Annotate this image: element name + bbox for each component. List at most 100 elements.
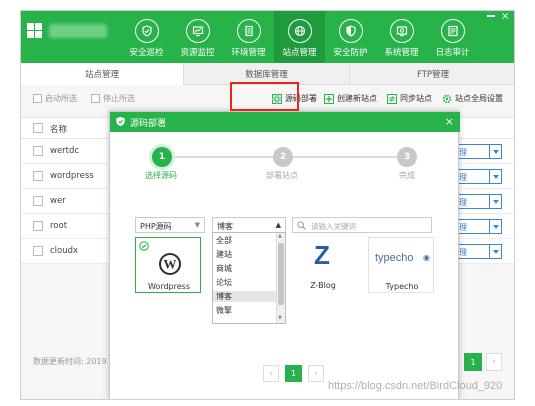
shield-check-icon <box>134 19 159 43</box>
next-page-button[interactable]: › <box>308 365 324 382</box>
dialog-header: 源码部署 × <box>110 112 460 132</box>
manage-label: 理 <box>459 198 467 207</box>
start-selected-label: 启动所选 <box>45 94 77 103</box>
step-3-label: 完成 <box>399 171 415 180</box>
nav-resource-monitor[interactable]: 资源监控 <box>172 11 223 63</box>
search-icon <box>297 221 306 230</box>
page-1-button[interactable]: 1 <box>285 365 302 382</box>
zblog-logo-icon: Z <box>290 237 356 277</box>
nav-environment[interactable]: 环境管理 <box>223 11 274 63</box>
site-name: wordpress <box>50 171 94 181</box>
scroll-up-icon[interactable]: ▲ <box>278 233 282 239</box>
keyword-search-input[interactable]: 请输入关键词 <box>292 217 432 233</box>
nav-label: 日志审计 <box>435 48 470 58</box>
language-select[interactable]: PHP源码 ▼ <box>135 217 205 233</box>
name-column-header: 名称 <box>50 125 68 135</box>
main-nav: 安全巡检 资源监控 环境管理 站点管理 安全防护 系统管理 日志审计 <box>121 11 478 63</box>
row-checkbox[interactable] <box>33 146 43 156</box>
source-card-wordpress[interactable]: W Wordpress <box>135 237 201 293</box>
tab-site-management[interactable]: 站点管理 <box>21 63 184 85</box>
create-site-button[interactable]: 创建新站点 <box>324 93 377 104</box>
dropdown-arrow-icon[interactable] <box>489 194 501 209</box>
source-card-zblog[interactable]: Z Z-Blog <box>290 237 356 293</box>
select-all-checkbox[interactable] <box>33 123 43 133</box>
nav-label: 系统管理 <box>384 48 419 58</box>
card-label: Z-Blog <box>310 281 336 290</box>
play-icon <box>33 94 42 103</box>
app-window: 安全巡检 资源监控 环境管理 站点管理 安全防护 系统管理 日志审计 × 站点管… <box>20 10 515 400</box>
dropdown-option[interactable]: 论坛 <box>213 277 277 288</box>
manage-label: 理 <box>459 173 467 182</box>
manage-button[interactable]: 理 <box>458 244 502 259</box>
sync-sites-label: 同步站点 <box>400 94 432 103</box>
row-checkbox[interactable] <box>33 246 43 256</box>
manage-label: 理 <box>459 148 467 157</box>
dropdown-scrollbar[interactable]: ▲ ▼ <box>276 233 285 323</box>
manage-button[interactable]: 理 <box>458 219 502 234</box>
nav-label: 安全防护 <box>333 48 368 58</box>
plus-icon <box>324 93 334 104</box>
start-selected-button[interactable]: 启动所选 <box>33 93 77 104</box>
global-settings-label: 站点全局设置 <box>455 94 503 103</box>
dropdown-option[interactable]: 微擎 <box>213 305 277 316</box>
dropdown-option-selected[interactable]: 博客 <box>213 291 277 302</box>
nav-label: 环境管理 <box>231 48 266 58</box>
nav-log-audit[interactable]: 日志审计 <box>427 11 478 63</box>
svg-text:W: W <box>164 257 177 272</box>
minimize-button[interactable] <box>487 15 495 17</box>
sync-sites-button[interactable]: 同步站点 <box>387 93 432 104</box>
list-page-1-button[interactable]: 1 <box>464 353 482 371</box>
prev-page-button[interactable]: ‹ <box>263 365 279 382</box>
site-name: wertdc <box>50 146 80 156</box>
stop-selected-button[interactable]: 停止所选 <box>91 93 135 104</box>
dropdown-arrow-icon[interactable] <box>489 219 501 234</box>
card-label: Wordpress <box>147 282 190 291</box>
category-select[interactable]: 博客 ▲ <box>212 217 286 233</box>
category-dropdown-list: 全部 建站 商城 论坛 博客 微擎 ▲ ▼ <box>212 232 286 324</box>
source-card-typecho[interactable]: typecho ◉ Typecho <box>368 237 434 293</box>
gear-icon <box>442 94 452 104</box>
site-name: wer <box>50 196 66 206</box>
list-next-page-button[interactable]: › <box>486 353 502 371</box>
dropdown-arrow-icon[interactable] <box>489 244 501 259</box>
nav-site-management[interactable]: 站点管理 <box>274 11 325 63</box>
row-checkbox[interactable] <box>33 171 43 181</box>
dropdown-option[interactable]: 建站 <box>213 249 277 260</box>
dialog-close-button[interactable]: × <box>445 115 454 128</box>
step-2-indicator: 2 <box>273 147 293 167</box>
top-header: 安全巡检 资源监控 环境管理 站点管理 安全防护 系统管理 日志审计 × <box>21 11 514 63</box>
nav-system-management[interactable]: 系统管理 <box>376 11 427 63</box>
nav-security-inspection[interactable]: 安全巡检 <box>121 11 172 63</box>
typecho-logo-icon: ◉ <box>423 253 430 262</box>
dropdown-arrow-icon[interactable] <box>489 169 501 184</box>
scrollbar-thumb[interactable] <box>278 243 284 305</box>
nav-label: 站点管理 <box>282 48 317 58</box>
dropdown-arrow-icon[interactable] <box>489 144 501 159</box>
chevron-up-icon: ▲ <box>275 221 281 229</box>
manage-button[interactable]: 理 <box>458 144 502 159</box>
manage-button[interactable]: 理 <box>458 194 502 209</box>
site-name: root <box>50 221 68 231</box>
blurred-app-name <box>49 24 107 38</box>
step-2-label: 部署站点 <box>266 171 298 180</box>
window-close-button[interactable]: × <box>501 11 509 22</box>
tab-ftp-management[interactable]: FTP管理 <box>350 63 514 85</box>
row-checkbox[interactable] <box>33 221 43 231</box>
sync-icon <box>387 93 397 104</box>
gear-icon <box>389 19 414 43</box>
monitor-gauge-icon <box>185 19 210 43</box>
scroll-down-icon[interactable]: ▼ <box>278 315 282 321</box>
create-site-label: 创建新站点 <box>337 94 377 103</box>
step-1-indicator: 1 <box>152 147 172 167</box>
row-checkbox[interactable] <box>33 196 43 206</box>
highlight-annotation-box <box>230 82 299 111</box>
nav-label: 资源监控 <box>180 48 215 58</box>
category-select-value: 博客 <box>217 222 233 231</box>
shield-half-icon <box>338 19 363 43</box>
dialog-title: 源码部署 <box>130 119 167 129</box>
manage-button[interactable]: 理 <box>458 169 502 184</box>
dropdown-option[interactable]: 商城 <box>213 263 277 274</box>
nav-security-protection[interactable]: 安全防护 <box>325 11 376 63</box>
global-settings-button[interactable]: 站点全局设置 <box>442 93 503 104</box>
dropdown-option[interactable]: 全部 <box>213 235 277 246</box>
